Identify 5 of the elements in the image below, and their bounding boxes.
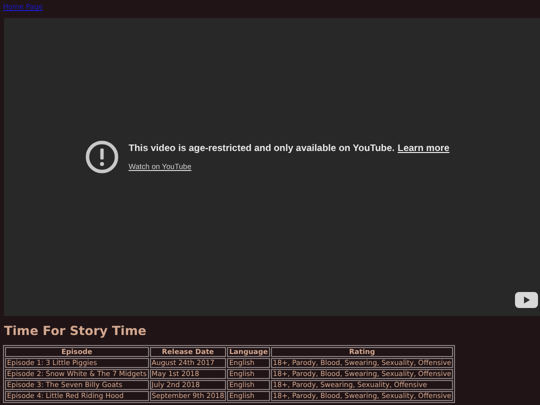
- page-title: Time For Story Time: [4, 323, 148, 339]
- exclamation-icon: [84, 140, 119, 174]
- learn-more-link[interactable]: Learn more: [398, 142, 450, 156]
- age-restriction-message: This video is age-restricted and only available on YouTube.: [128, 142, 395, 156]
- play-logo-icon[interactable]: [515, 292, 538, 308]
